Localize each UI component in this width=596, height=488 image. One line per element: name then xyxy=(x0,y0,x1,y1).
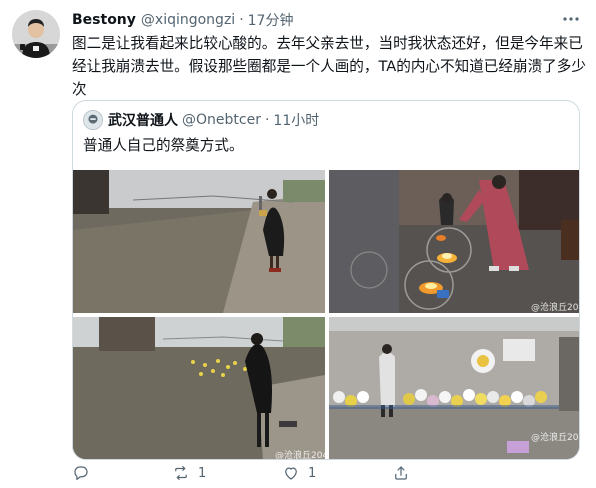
retweet-icon xyxy=(172,464,190,482)
author-avatar[interactable] xyxy=(12,10,60,58)
author-handle[interactable]: @xiqingongzi xyxy=(141,12,235,28)
separator-dot: · xyxy=(239,12,244,28)
tweet-text: 图二是让我看起来比较心酸的。去年父亲去世，当时我状态还好，但是今年来已经让我崩溃… xyxy=(72,35,586,98)
tweet-header: Bestony @xiqingongzi · 17分钟 xyxy=(72,10,293,30)
tweet-timestamp[interactable]: 17分钟 xyxy=(248,10,294,30)
photo-street-offerings[interactable]: @沧浪丘2046 xyxy=(329,170,579,313)
photo-wall-flowers[interactable]: @沧浪丘2046 xyxy=(329,317,579,459)
photo-river-flowers[interactable]: @沧浪丘2046 xyxy=(73,317,325,460)
quoted-tweet[interactable]: 武汉普通人 @Onebtcer · 11小时 普通人自己的祭奠方式。 @沧浪丘2… xyxy=(72,100,580,460)
like-count: 1 xyxy=(308,465,317,481)
retweet-button[interactable]: 1 xyxy=(172,462,206,484)
author-display-name[interactable]: Bestony xyxy=(72,12,136,28)
tweet-actions: 1 1 xyxy=(72,462,572,484)
heart-icon xyxy=(282,464,300,482)
quoted-author-avatar xyxy=(83,110,103,130)
share-icon xyxy=(392,464,410,482)
quoted-tweet-text: 普通人自己的祭奠方式。 xyxy=(83,137,244,154)
photo-grid: @沧浪丘2046 xyxy=(73,170,579,460)
photo-watermark: @沧浪丘2046 xyxy=(531,303,579,313)
photo-watermark: @沧浪丘2046 xyxy=(275,451,325,460)
share-button[interactable] xyxy=(392,462,410,484)
quoted-tweet-header: 武汉普通人 @Onebtcer · 11小时 xyxy=(83,109,319,131)
more-options-icon[interactable] xyxy=(560,10,582,28)
like-button[interactable]: 1 xyxy=(282,462,316,484)
tweet[interactable]: Bestony @xiqingongzi · 17分钟 图二是让我看起来比较心酸… xyxy=(0,0,596,488)
reply-button[interactable] xyxy=(72,462,90,484)
quoted-author-handle: @Onebtcer xyxy=(182,112,261,128)
photo-riverbank-person[interactable] xyxy=(73,170,325,313)
photo-watermark: @沧浪丘2046 xyxy=(531,433,579,443)
separator-dot: · xyxy=(264,112,270,128)
reply-icon xyxy=(72,464,90,482)
retweet-count: 1 xyxy=(198,465,207,481)
quoted-author-display-name: 武汉普通人 xyxy=(108,113,178,129)
quoted-tweet-timestamp: 11小时 xyxy=(273,113,320,129)
